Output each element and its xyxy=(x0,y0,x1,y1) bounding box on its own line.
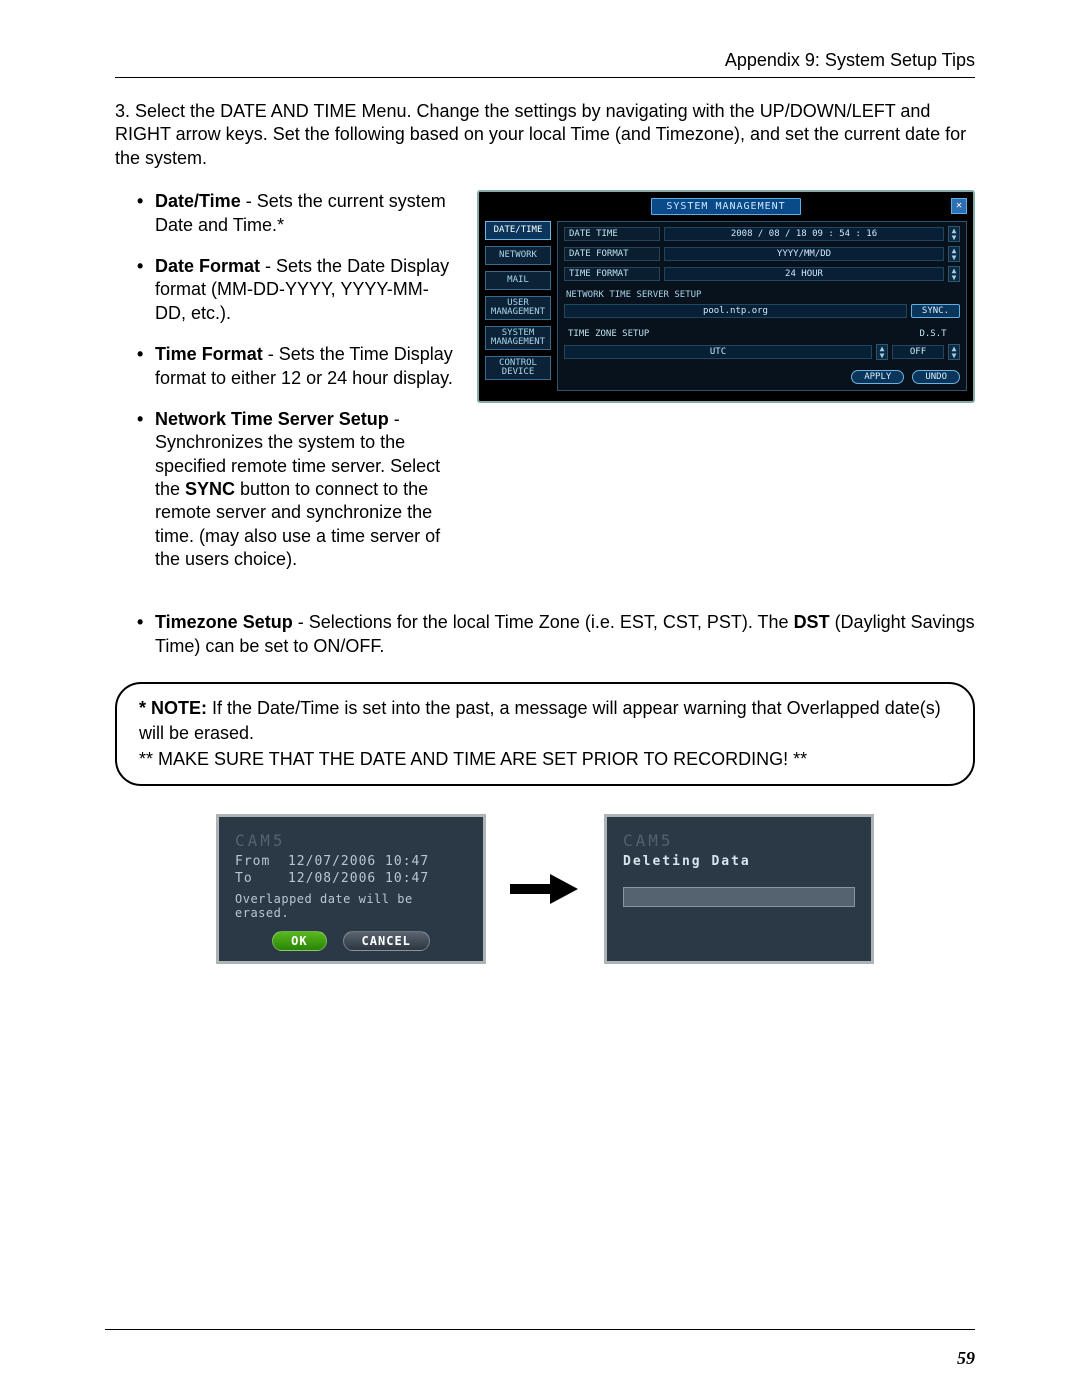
side-tabs: DATE/TIME NETWORK MAIL USERMANAGEMENT SY… xyxy=(485,221,551,391)
footer-rule xyxy=(105,1329,975,1330)
note-line2: ** MAKE SURE THAT THE DATE AND TIME ARE … xyxy=(139,747,951,772)
close-icon[interactable]: ✕ xyxy=(951,198,967,214)
cam-caption: CAM5 xyxy=(623,831,855,850)
dst-label: D.S.T xyxy=(906,329,960,339)
tab-control-device[interactable]: CONTROLDEVICE xyxy=(485,356,551,380)
progress-bar xyxy=(623,887,855,907)
note-line1: If the Date/Time is set into the past, a… xyxy=(139,698,941,743)
bullet-text-pre: - Selections for the local Time Zone (i.… xyxy=(293,612,794,632)
step-text: Select the DATE AND TIME Menu. Change th… xyxy=(115,101,966,168)
tz-section-label: TIME ZONE SETUP xyxy=(564,328,902,340)
time-format-label: TIME FORMAT xyxy=(564,267,660,281)
bullet-timezone: Timezone Setup - Selections for the loca… xyxy=(155,610,975,659)
tab-network[interactable]: NETWORK xyxy=(485,246,551,265)
bullet-label: Network Time Server Setup xyxy=(155,409,389,429)
to-value: 12/08/2006 10:47 xyxy=(288,871,429,886)
system-management-screenshot: SYSTEM MANAGEMENT ✕ DATE/TIME NETWORK MA… xyxy=(477,190,975,403)
date-time-value[interactable]: 2008 / 08 / 18 09 : 54 : 16 xyxy=(664,227,944,241)
header-rule xyxy=(115,77,975,78)
bullet-list-col: Date/Time - Sets the current system Date… xyxy=(115,190,455,589)
cam-caption: CAM5 xyxy=(235,831,467,850)
page-number: 59 xyxy=(957,1348,975,1369)
undo-button[interactable]: UNDO xyxy=(912,370,960,384)
bullet-label: Timezone Setup xyxy=(155,612,293,632)
to-label: To xyxy=(235,871,253,886)
date-time-label: DATE TIME xyxy=(564,227,660,241)
bullet-label: Date Format xyxy=(155,256,260,276)
apply-button[interactable]: APPLY xyxy=(851,370,904,384)
overlap-message: Overlapped date will be erased. xyxy=(235,892,467,920)
bullet-date-format: Date Format - Sets the Date Display form… xyxy=(155,255,455,325)
tab-mail[interactable]: MAIL xyxy=(485,271,551,290)
time-format-value[interactable]: 24 HOUR xyxy=(664,267,944,281)
date-format-label: DATE FORMAT xyxy=(564,247,660,261)
sync-button[interactable]: SYNC. xyxy=(911,304,960,318)
tz-value[interactable]: UTC xyxy=(564,345,872,359)
sync-word: SYNC xyxy=(185,479,235,499)
spinner-icon[interactable]: ▲▼ xyxy=(948,246,960,262)
nts-section-label: NETWORK TIME SERVER SETUP xyxy=(564,290,960,300)
from-value: 12/07/2006 10:47 xyxy=(288,854,429,869)
cancel-button[interactable]: CANCEL xyxy=(343,931,430,951)
settings-area: DATE TIME 2008 / 08 / 18 09 : 54 : 16 ▲▼… xyxy=(557,221,967,391)
date-format-value[interactable]: YYYY/MM/DD xyxy=(664,247,944,261)
step-3-paragraph: 3. Select the DATE AND TIME Menu. Change… xyxy=(115,100,975,170)
note-box: * NOTE: If the Date/Time is set into the… xyxy=(115,682,975,786)
bullet-time-format: Time Format - Sets the Time Display form… xyxy=(155,343,455,390)
spinner-icon[interactable]: ▲▼ xyxy=(876,344,888,360)
nts-value[interactable]: pool.ntp.org xyxy=(564,304,907,318)
arrow-right-icon xyxy=(510,874,580,904)
bullet-date-time: Date/Time - Sets the current system Date… xyxy=(155,190,455,237)
tab-system-management[interactable]: SYSTEMMANAGEMENT xyxy=(485,326,551,350)
tab-date-time[interactable]: DATE/TIME xyxy=(485,221,551,240)
deleting-dialog: CAM5 Deleting Data xyxy=(604,814,874,964)
dst-word: DST xyxy=(794,612,830,632)
from-label: From xyxy=(235,854,270,869)
spinner-icon[interactable]: ▲▼ xyxy=(948,266,960,282)
bullet-label: Date/Time xyxy=(155,191,241,211)
dst-value[interactable]: OFF xyxy=(892,345,944,359)
spinner-icon[interactable]: ▲▼ xyxy=(948,344,960,360)
note-prefix: * NOTE: xyxy=(139,698,207,718)
step-number: 3. xyxy=(115,101,130,121)
overlap-dialog: CAM5 From 12/07/2006 10:47 To 12/08/2006… xyxy=(216,814,486,964)
ok-button[interactable]: OK xyxy=(272,931,326,951)
page-header: Appendix 9: System Setup Tips xyxy=(115,50,975,71)
panel-title: SYSTEM MANAGEMENT xyxy=(651,198,800,215)
bullet-nts: Network Time Server Setup - Synchronizes… xyxy=(155,408,455,572)
tab-user-management[interactable]: USERMANAGEMENT xyxy=(485,296,551,320)
spinner-icon[interactable]: ▲▼ xyxy=(948,226,960,242)
bullet-label: Time Format xyxy=(155,344,263,364)
deleting-message: Deleting Data xyxy=(623,854,855,869)
